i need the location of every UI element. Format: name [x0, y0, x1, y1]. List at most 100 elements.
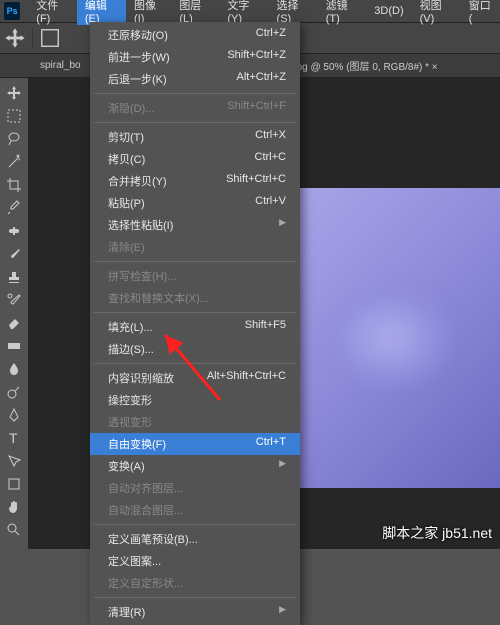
move-tool-icon[interactable] [4, 27, 26, 49]
svg-text:T: T [9, 430, 18, 446]
stamp-tool[interactable] [2, 266, 26, 288]
brush-tool[interactable] [2, 243, 26, 265]
menu-item-label: 拼写检查(H)... [108, 268, 176, 284]
menu-separator [94, 261, 296, 262]
marquee-tool[interactable] [2, 105, 26, 127]
menu-item[interactable]: 操控变形 [90, 389, 300, 411]
menu-item-label: 定义图案... [108, 553, 161, 569]
menu-item[interactable]: 拷贝(C) Ctrl+C [90, 148, 300, 170]
menu-item-label: 操控变形 [108, 392, 152, 408]
menu-item-label: 填充(L)... [108, 319, 153, 335]
menu-item-label: 剪切(T) [108, 129, 144, 145]
auto-select-icon[interactable] [39, 27, 61, 49]
menu-item-label: 还原移动(O) [108, 27, 168, 43]
menu-item-label: 拷贝(C) [108, 151, 145, 167]
menu-item-label: 合并拷贝(Y) [108, 173, 167, 189]
eraser-tool[interactable] [2, 312, 26, 334]
menu-item-label: 自动混合图层... [108, 502, 183, 518]
menu-item-shortcut: Ctrl+T [256, 436, 286, 452]
submenu-arrow-icon: ▶ [279, 604, 286, 620]
menu-item-shortcut: Ctrl+Z [256, 27, 286, 43]
menu-window[interactable]: 窗口( [461, 0, 500, 25]
submenu-arrow-icon: ▶ [279, 217, 286, 233]
menu-item-label: 描边(S)... [108, 341, 154, 357]
gradient-tool[interactable] [2, 335, 26, 357]
menu-item: 清除(E) [90, 236, 300, 258]
menu-item-label: 自动对齐图层... [108, 480, 183, 496]
menu-item: 定义自定形状... [90, 572, 300, 594]
menu-item-label: 定义画笔预设(B)... [108, 531, 198, 547]
menu-item: 自动混合图层... [90, 499, 300, 521]
menu-item-label: 查找和替换文本(X)... [108, 290, 209, 306]
heal-tool[interactable] [2, 220, 26, 242]
menu-item-shortcut: Ctrl+X [255, 129, 286, 145]
dodge-tool[interactable] [2, 381, 26, 403]
wand-tool[interactable] [2, 151, 26, 173]
menu-item: 查找和替换文本(X)... [90, 287, 300, 309]
blur-tool[interactable] [2, 358, 26, 380]
menu-item: 透视变形 [90, 411, 300, 433]
menu-item[interactable]: 还原移动(O) Ctrl+Z [90, 24, 300, 46]
menu-item-shortcut: Ctrl+C [255, 151, 286, 167]
menu-separator [94, 363, 296, 364]
menu-item[interactable]: 后退一步(K) Alt+Ctrl+Z [90, 68, 300, 90]
menu-item-label: 透视变形 [108, 414, 152, 430]
doc-tab-1[interactable]: og @ 50% (图层 0, RGB/8#) * × [289, 58, 446, 73]
menu-file[interactable]: 文件(F) [28, 0, 77, 25]
menu-item[interactable]: 定义画笔预设(B)... [90, 528, 300, 550]
toolbar: T [0, 78, 28, 549]
pen-tool[interactable] [2, 404, 26, 426]
menu-item-label: 粘贴(P) [108, 195, 145, 211]
menu-item-shortcut: Shift+Ctrl+C [226, 173, 286, 189]
menu-separator [94, 122, 296, 123]
shape-tool[interactable] [2, 473, 26, 495]
menu-item[interactable]: 合并拷贝(Y) Shift+Ctrl+C [90, 170, 300, 192]
menu-item[interactable]: 内容识别缩放Alt+Shift+Ctrl+C [90, 367, 300, 389]
menu-item[interactable]: 定义图案... [90, 550, 300, 572]
menu-item-label: 清理(R) [108, 604, 145, 620]
menu-item-label: 清除(E) [108, 239, 145, 255]
edit-menu-dropdown: 还原移动(O) Ctrl+Z 前进一步(W) Shift+Ctrl+Z 后退一步(K) A… [90, 22, 300, 625]
menu-item: 渐隐(D)...Shift+Ctrl+F [90, 97, 300, 119]
path-tool[interactable] [2, 450, 26, 472]
menu-item-label: 选择性粘贴(I) [108, 217, 173, 233]
menu-item[interactable]: 填充(L)... Shift+F5 [90, 316, 300, 338]
menu-item[interactable]: 粘贴(P) Ctrl+V [90, 192, 300, 214]
menu-item: 自动对齐图层... [90, 477, 300, 499]
type-tool[interactable]: T [2, 427, 26, 449]
menu-item-shortcut: Shift+Ctrl+F [227, 100, 286, 116]
menu-item-label: 自由变换(F) [108, 436, 166, 452]
menu-item[interactable]: 描边(S)... [90, 338, 300, 360]
history-brush-tool[interactable] [2, 289, 26, 311]
eyedropper-tool[interactable] [2, 197, 26, 219]
menu-item-label: 前进一步(W) [108, 49, 170, 65]
doc-tab-0[interactable]: spiral_bo [32, 60, 89, 71]
menu-filter[interactable]: 滤镜(T) [318, 0, 367, 25]
menubar: Ps 文件(F) 编辑(E) 图像(I) 图层(L) 文字(Y) 选择(S) 滤… [0, 0, 500, 22]
menu-item-label: 内容识别缩放 [108, 370, 174, 386]
menu-item[interactable]: 变换(A)▶ [90, 455, 300, 477]
menu-item[interactable]: 前进一步(W) Shift+Ctrl+Z [90, 46, 300, 68]
menu-item[interactable]: 剪切(T) Ctrl+X [90, 126, 300, 148]
menu-item[interactable]: 选择性粘贴(I) ▶ [90, 214, 300, 236]
move-tool[interactable] [2, 82, 26, 104]
menu-item-label: 定义自定形状... [108, 575, 183, 591]
menu-item-shortcut: Shift+F5 [245, 319, 286, 335]
crop-tool[interactable] [2, 174, 26, 196]
menu-view[interactable]: 视图(V) [412, 0, 461, 25]
zoom-tool[interactable] [2, 519, 26, 541]
menu-3d[interactable]: 3D(D) [366, 5, 411, 17]
menu-item-shortcut: Shift+Ctrl+Z [227, 49, 286, 65]
menu-separator [94, 312, 296, 313]
menu-item-shortcut: Ctrl+V [255, 195, 286, 211]
menu-separator [94, 597, 296, 598]
document-image [300, 188, 500, 488]
menu-item[interactable]: 自由变换(F) Ctrl+T [90, 433, 300, 455]
menu-item-shortcut: Alt+Ctrl+Z [236, 71, 286, 87]
menu-item-label: 后退一步(K) [108, 71, 167, 87]
hand-tool[interactable] [2, 496, 26, 518]
watermark: 脚本之家 jb51.net [382, 523, 492, 543]
menu-item[interactable]: 清理(R) ▶ [90, 601, 300, 623]
submenu-arrow-icon: ▶ [279, 458, 286, 474]
lasso-tool[interactable] [2, 128, 26, 150]
